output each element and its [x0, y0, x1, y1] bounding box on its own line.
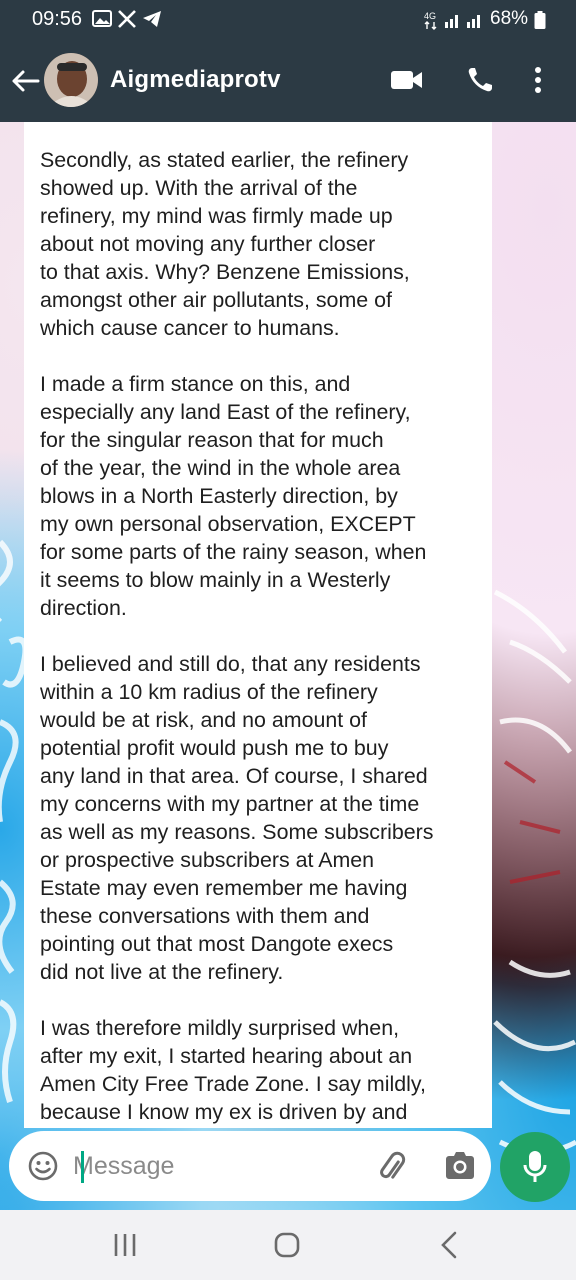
- network-4g-icon: 4G: [424, 10, 440, 36]
- battery-icon: [534, 11, 546, 35]
- contact-name[interactable]: Aigmediaprotv: [110, 66, 281, 94]
- message-paragraph: Secondly, as stated earlier, the refiner…: [40, 148, 410, 340]
- message-paragraph: I was therefore mildly surprised when, a…: [40, 1016, 426, 1124]
- status-bar: 09:56 4G 68%: [0, 0, 576, 40]
- system-nav-bar: [0, 1210, 576, 1280]
- status-time: 09:56: [32, 8, 83, 30]
- chat-header: Aigmediaprotv: [0, 40, 576, 122]
- phone-icon[interactable]: [466, 66, 494, 99]
- gallery-icon: [92, 9, 112, 35]
- signal-icon-2: [466, 9, 484, 35]
- message-input[interactable]: [73, 1143, 363, 1189]
- text-cursor: [81, 1151, 84, 1183]
- message-paragraph: I believed and still do, that any reside…: [40, 652, 434, 984]
- x-app-icon: [117, 9, 137, 35]
- microphone-icon: [523, 1151, 547, 1182]
- nav-back-icon[interactable]: [438, 1230, 460, 1265]
- recents-icon[interactable]: [112, 1232, 138, 1263]
- battery-percentage: 68%: [490, 8, 529, 29]
- message-bubble[interactable]: Secondly, as stated earlier, the refiner…: [24, 122, 492, 1128]
- message-input-bar: [9, 1131, 491, 1201]
- camera-icon[interactable]: [443, 1150, 477, 1187]
- video-camera-icon[interactable]: [390, 68, 424, 97]
- more-vert-icon[interactable]: [534, 66, 542, 99]
- signal-icon-1: [444, 9, 462, 35]
- svg-text:4G: 4G: [424, 11, 436, 21]
- telegram-icon: [142, 9, 162, 35]
- back-arrow-icon[interactable]: [8, 64, 42, 98]
- paperclip-icon[interactable]: [375, 1149, 411, 1190]
- avatar[interactable]: [44, 53, 98, 107]
- emoji-icon[interactable]: [27, 1150, 59, 1187]
- message-paragraph: I made a firm stance on this, and especi…: [40, 372, 427, 620]
- home-icon[interactable]: [274, 1232, 300, 1263]
- mic-button[interactable]: [500, 1132, 570, 1202]
- message-text: Secondly, as stated earlier, the refiner…: [40, 146, 490, 1128]
